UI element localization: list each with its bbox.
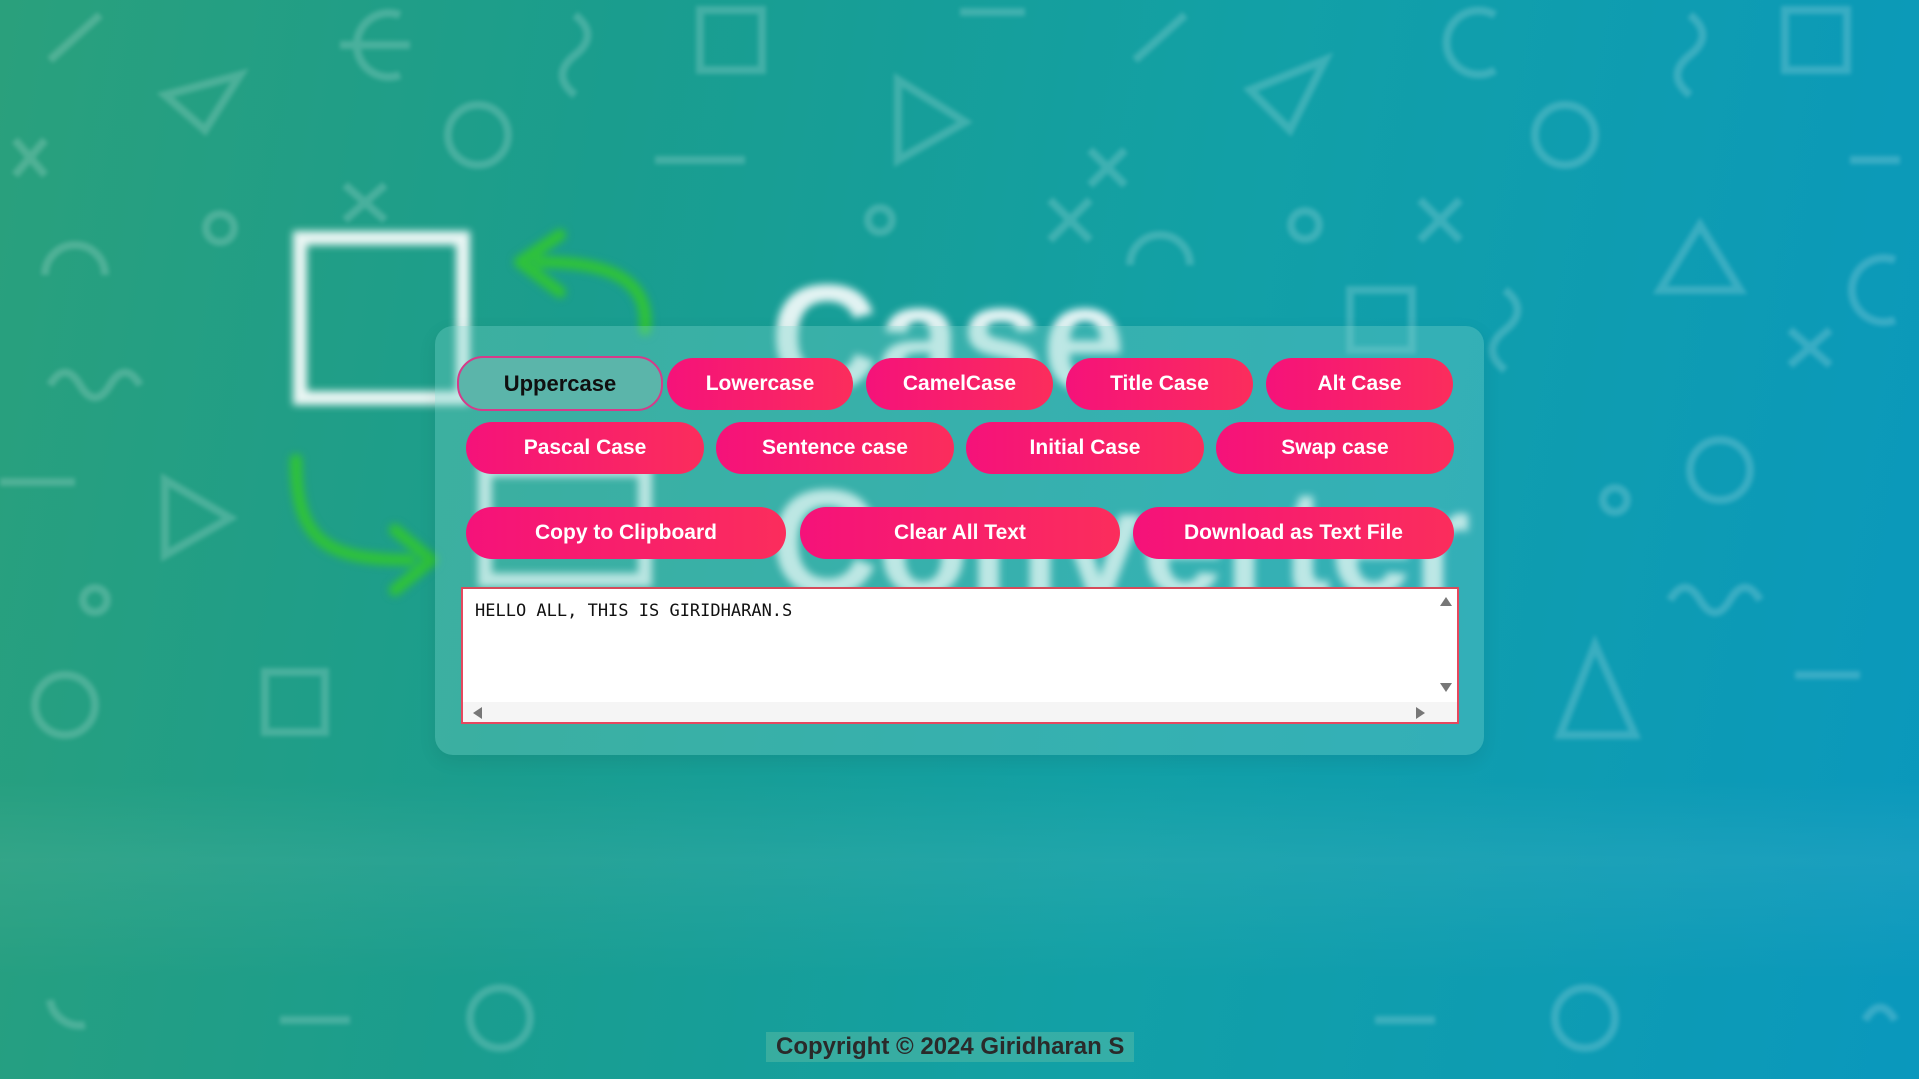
alt-case-button[interactable]: Alt Case xyxy=(1266,358,1453,410)
initial-case-button[interactable]: Initial Case xyxy=(966,422,1204,474)
camelcase-button[interactable]: CamelCase xyxy=(866,358,1053,410)
title-case-button[interactable]: Title Case xyxy=(1066,358,1253,410)
scroll-right-arrow-icon[interactable] xyxy=(1416,707,1425,719)
copyright-footer: Copyright © 2024 Giridharan S xyxy=(766,1032,1135,1062)
scroll-up-arrow-icon[interactable] xyxy=(1440,597,1452,606)
clear-all-text-button[interactable]: Clear All Text xyxy=(800,507,1120,559)
scroll-left-arrow-icon[interactable] xyxy=(473,707,482,719)
uppercase-button[interactable]: Uppercase xyxy=(457,356,663,411)
download-text-file-button[interactable]: Download as Text File xyxy=(1133,507,1454,559)
sentence-case-button[interactable]: Sentence case xyxy=(716,422,954,474)
lowercase-button[interactable]: Lowercase xyxy=(667,358,853,410)
pascal-case-button[interactable]: Pascal Case xyxy=(466,422,704,474)
swap-case-button[interactable]: Swap case xyxy=(1216,422,1454,474)
scroll-down-arrow-icon[interactable] xyxy=(1440,683,1452,692)
text-input-value[interactable]: HELLO ALL, THIS IS GIRIDHARAN.S xyxy=(475,601,792,621)
text-input-area[interactable]: HELLO ALL, THIS IS GIRIDHARAN.S xyxy=(461,587,1459,724)
horizontal-scrollbar[interactable] xyxy=(463,702,1457,722)
copy-to-clipboard-button[interactable]: Copy to Clipboard xyxy=(466,507,786,559)
background-haze xyxy=(0,780,1919,980)
